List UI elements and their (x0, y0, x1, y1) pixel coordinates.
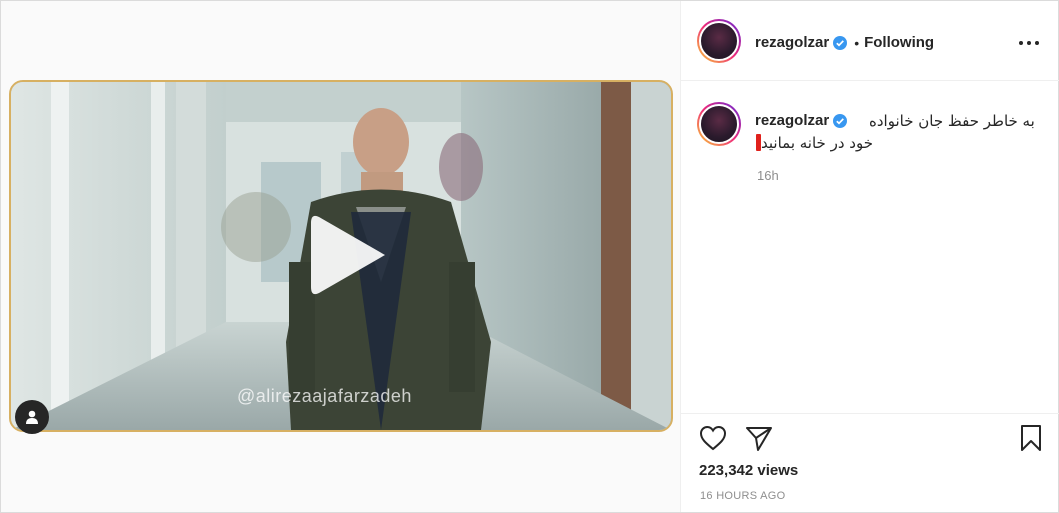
avatar[interactable] (697, 19, 741, 63)
post-timestamp: 16 HOURS AGO (700, 490, 786, 502)
caption-text-line1: به خاطر حفظ جان خانواده (869, 112, 1035, 130)
verified-badge-icon (833, 113, 848, 128)
header-username[interactable]: rezagolzar (755, 34, 829, 51)
play-icon[interactable] (305, 211, 393, 299)
post-media: @alirezaajafarzadeh (1, 1, 680, 512)
view-count[interactable]: 223,342 views (699, 462, 798, 479)
separator-dot: • (854, 34, 860, 51)
caption-time[interactable]: 16h (757, 168, 779, 183)
bookmark-icon[interactable] (1015, 422, 1047, 454)
post-actions: 223,342 views 16 HOURS AGO (681, 413, 1059, 512)
verified-badge-icon (833, 35, 848, 50)
video-player[interactable]: @alirezaajafarzadeh (9, 80, 673, 432)
instagram-post: @alirezaajafarzadeh rezagolzar • Followi… (0, 0, 1059, 513)
paper-plane-icon[interactable] (743, 422, 775, 454)
heart-icon[interactable] (697, 422, 729, 454)
avatar[interactable] (697, 102, 741, 146)
following-button[interactable]: Following (864, 34, 934, 51)
post-header: rezagolzar • Following (681, 1, 1059, 81)
more-options-icon[interactable] (1017, 31, 1041, 55)
caption-text-line2: خود در خانه بمانید (755, 134, 873, 152)
caption-line2-text: خود در خانه بمانید (761, 134, 873, 152)
caption-username[interactable]: rezagolzar (755, 112, 829, 129)
user-tag-icon[interactable] (15, 400, 49, 434)
post-side-panel: rezagolzar • Following rezagolzar به خاط… (680, 1, 1059, 512)
video-watermark: @alirezaajafarzadeh (237, 386, 412, 406)
